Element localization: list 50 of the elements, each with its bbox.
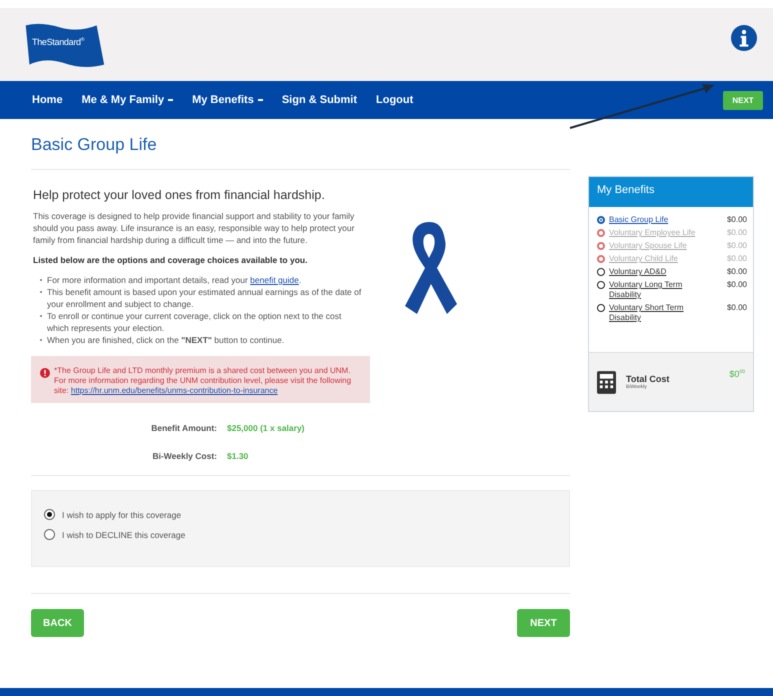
benefit-link[interactable]: Basic Group Life bbox=[609, 215, 709, 225]
bullet-item: When you are finished, click on the "NEXT" button to continue. bbox=[39, 334, 376, 346]
benefit-cost: $0.00 bbox=[726, 267, 747, 277]
detail-label: Bi-Weekly Cost: bbox=[151, 451, 217, 461]
page-title: Basic Group Life bbox=[31, 135, 158, 155]
calculator-icon bbox=[597, 370, 616, 394]
panel-title: My Benefits bbox=[589, 177, 753, 207]
option-label: I wish to DECLINE this coverage bbox=[62, 530, 186, 540]
nav-link[interactable]: Home bbox=[32, 94, 63, 106]
logo-text: TheStandard$^{®}$ bbox=[32, 36, 84, 46]
radio-button[interactable] bbox=[44, 529, 55, 540]
benefit-cost: $0.00 bbox=[726, 241, 747, 251]
section-heading: Help protect your loved ones from financial hardship. bbox=[33, 188, 326, 202]
nav-link[interactable]: Me & My Family bbox=[82, 94, 174, 106]
detail-label: Benefit Amount: bbox=[150, 423, 217, 433]
detail-value: $25,000 (1 x salary) bbox=[227, 423, 305, 433]
benefit-link[interactable]: Voluntary Long Term Disability bbox=[609, 280, 709, 300]
status-circle-icon bbox=[597, 281, 605, 289]
benefit-guide-link[interactable]: benefit guide bbox=[250, 275, 299, 285]
benefit-cost: $0.00 bbox=[726, 228, 747, 238]
bullet-item: This benefit amount is based upon your estimated annual earnings as of the date of your enrollment and subject to change. bbox=[39, 286, 376, 310]
nav-link[interactable]: Logout bbox=[376, 94, 414, 106]
nav-link[interactable]: My Benefits bbox=[192, 94, 263, 106]
list-heading: Listed below are the options and coverage choices available to you. bbox=[33, 254, 308, 266]
benefit-link[interactable]: Voluntary AD&D bbox=[609, 267, 709, 277]
detail-value: $1.30 bbox=[227, 451, 248, 461]
warning-icon bbox=[40, 368, 50, 378]
benefit-cost: $0.00 bbox=[726, 215, 747, 225]
status-circle-icon bbox=[597, 304, 605, 312]
nav-link[interactable]: Sign & Submit bbox=[282, 94, 358, 106]
info-icon[interactable] bbox=[731, 24, 757, 50]
total-value: $0$^{00}$ bbox=[729, 369, 745, 379]
status-circle-icon bbox=[597, 216, 605, 224]
radio-button[interactable] bbox=[44, 509, 55, 520]
status-circle-icon bbox=[597, 255, 605, 263]
intro-paragraph: This coverage is designed to help provide financial support and stability to your family should you pass away. Life insurance is an easy, responsible way to help protect your family from financial hardship during a difficult time — and into the future. bbox=[33, 210, 356, 246]
benefit-cost: $0.00 bbox=[726, 254, 747, 264]
benefit-cost: $0.00 bbox=[726, 303, 747, 313]
logo[interactable]: TheStandard$^{®}$ bbox=[22, 18, 106, 72]
alert-text: *The Group Life and LTD monthly premium is a shared cost between you and UNM. For more information regarding the UNM contribution level, please visit the following site: https://hr.unm.edu/benefits/unms-contribution-to-insurance bbox=[54, 366, 352, 396]
status-circle-icon bbox=[597, 268, 605, 276]
status-circle-icon bbox=[597, 229, 605, 237]
option-label: I wish to apply for this coverage bbox=[62, 510, 182, 520]
status-circle-icon bbox=[597, 242, 605, 250]
benefit-link[interactable]: Voluntary Short Term Disability bbox=[609, 303, 709, 323]
total-label: Total Cost bbox=[626, 374, 670, 384]
bullet-item: For more information and important details, read your benefit guide. bbox=[39, 274, 376, 286]
bullet-item: To enroll or continue your current coverage, click on the option next to the cost which represents your election. bbox=[39, 310, 376, 334]
contribution-link[interactable]: https://hr.unm.edu/benefits/unms-contribution-to-insurance bbox=[70, 386, 278, 395]
benefit-cost: $0.00 bbox=[726, 280, 747, 290]
